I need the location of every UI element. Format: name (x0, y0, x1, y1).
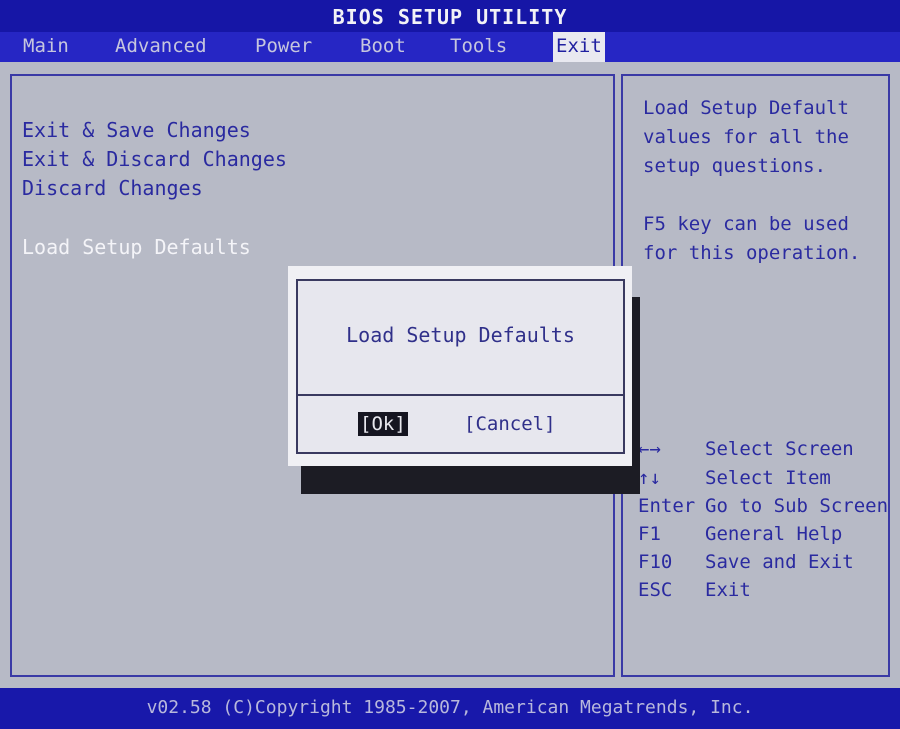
key-legend-row: F10 Save and Exit (0, 551, 900, 577)
help-line: for this operation. (643, 242, 861, 264)
key-description: Exit (705, 579, 751, 601)
key-description: General Help (705, 523, 843, 545)
key-legend-row: F1 General Help (0, 523, 900, 549)
help-line: F5 key can be used (643, 213, 849, 235)
key-legend-row: Enter Go to Sub Screen (0, 495, 900, 521)
key-label: ↑↓ (638, 467, 661, 489)
help-line: setup questions. (643, 155, 827, 177)
tab-main[interactable]: Main (20, 32, 72, 62)
key-legend-row: ESC Exit (0, 579, 900, 605)
confirm-dialog: Load Setup Defaults [Ok] [Cancel] (296, 279, 625, 454)
key-description: Select Item (705, 467, 831, 489)
option-load-setup-defaults[interactable]: Load Setup Defaults (22, 235, 251, 259)
option-exit-save-changes[interactable]: Exit & Save Changes (22, 118, 251, 142)
help-line: Load Setup Default (643, 97, 849, 119)
key-label: F1 (638, 523, 661, 545)
copyright-footer: v02.58 (C)Copyright 1985-2007, American … (0, 688, 900, 729)
tab-exit[interactable]: Exit (553, 32, 605, 62)
app-title: BIOS SETUP UTILITY (0, 0, 900, 32)
cancel-button[interactable]: [Cancel] (464, 412, 556, 436)
tab-power[interactable]: Power (252, 32, 315, 62)
tab-advanced[interactable]: Advanced (112, 32, 210, 62)
option-discard-changes[interactable]: Discard Changes (22, 176, 203, 200)
key-label: ←→ (638, 438, 661, 460)
option-exit-discard-changes[interactable]: Exit & Discard Changes (22, 147, 287, 171)
key-label: Enter (638, 495, 696, 517)
key-label: ESC (638, 579, 673, 601)
help-line: values for all the (643, 126, 849, 148)
menu-bar: Main Advanced Power Boot Tools Exit (0, 32, 900, 62)
dialog-title: Load Setup Defaults (346, 323, 575, 347)
key-description: Go to Sub Screen (705, 495, 889, 517)
key-label: F10 (638, 551, 673, 573)
key-description: Select Screen (705, 438, 854, 460)
dialog-divider (298, 394, 623, 396)
ok-button[interactable]: [Ok] (358, 412, 408, 436)
key-description: Save and Exit (705, 551, 854, 573)
tab-boot[interactable]: Boot (357, 32, 409, 62)
tab-tools[interactable]: Tools (447, 32, 510, 62)
